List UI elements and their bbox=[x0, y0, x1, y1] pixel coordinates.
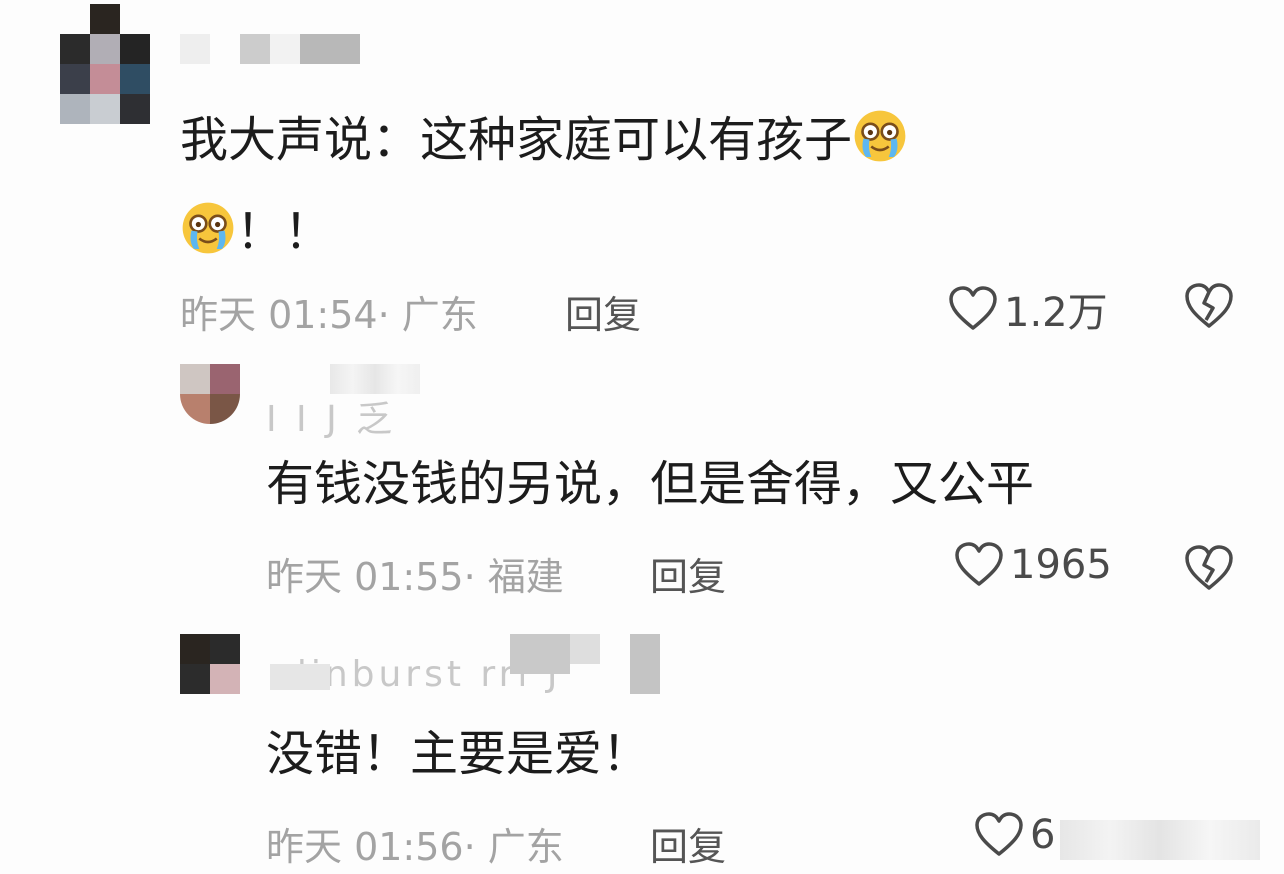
comment-meta: 昨天 01:55· 福建 bbox=[266, 546, 564, 601]
crying-laughing-emoji-icon bbox=[182, 202, 234, 254]
watermark-blur bbox=[1060, 820, 1260, 860]
like-count: 1965 bbox=[1010, 542, 1112, 588]
like-button[interactable]: 1965 bbox=[954, 542, 1112, 588]
heart-icon bbox=[949, 286, 997, 330]
timestamp: 昨天 01:56 bbox=[266, 825, 464, 869]
timestamp: 昨天 01:55 bbox=[266, 555, 464, 599]
like-button[interactable]: 1.2万 bbox=[948, 280, 1108, 338]
location: · 福建 bbox=[463, 555, 564, 599]
like-count: 1.2万 bbox=[1004, 290, 1108, 336]
avatar[interactable] bbox=[180, 634, 240, 694]
heart-icon bbox=[975, 812, 1023, 856]
avatar[interactable] bbox=[60, 4, 150, 124]
like-button[interactable]: 6 bbox=[974, 812, 1055, 858]
comment-meta: 昨天 01:54· 广东 bbox=[180, 284, 478, 339]
like-count: 6 bbox=[1030, 812, 1056, 858]
location: · 广东 bbox=[377, 293, 478, 337]
comment-text-line1: 我大声说：这种家庭可以有孩子 bbox=[180, 112, 853, 168]
reply-button[interactable]: 回复 bbox=[565, 284, 641, 339]
broken-heart-icon[interactable] bbox=[1184, 282, 1234, 330]
reply-button[interactable]: 回复 bbox=[650, 816, 726, 871]
comment-text-line2: ！！ bbox=[236, 204, 333, 260]
comment-text-line2-row: ！！ bbox=[180, 200, 332, 256]
crying-laughing-emoji-icon bbox=[854, 110, 906, 162]
comment-meta: 昨天 01:56· 广东 bbox=[266, 816, 564, 871]
comment-text: 我大声说：这种家庭可以有孩子 bbox=[180, 108, 908, 164]
location: · 广东 bbox=[463, 825, 564, 869]
broken-heart-icon[interactable] bbox=[1184, 544, 1234, 592]
comment-text: 有钱没钱的另说，但是舍得，又公平 bbox=[266, 456, 1035, 512]
reply-button[interactable]: 回复 bbox=[650, 546, 726, 601]
comment-text: 没错！主要是爱！ bbox=[266, 726, 651, 782]
timestamp: 昨天 01:54 bbox=[180, 293, 378, 337]
avatar[interactable] bbox=[180, 364, 240, 424]
heart-icon bbox=[955, 542, 1003, 586]
